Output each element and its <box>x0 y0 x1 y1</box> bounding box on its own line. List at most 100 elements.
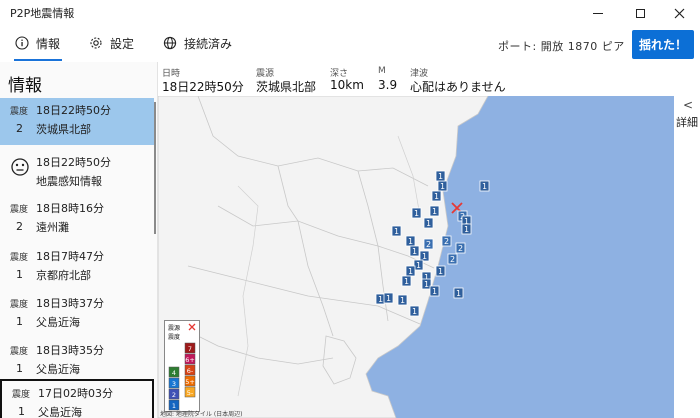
intensity-label: 震度 <box>12 390 31 400</box>
station-intensity-1: 1 <box>409 305 420 317</box>
tsunami-value: 心配はありません <box>410 80 506 94</box>
minimize-icon <box>593 12 603 14</box>
window-title: P2P地震情報 <box>10 7 75 20</box>
detect-time: 18日22時50分 <box>36 156 111 169</box>
intensity-value: 2 <box>16 220 23 233</box>
intensity-label: 震度 <box>10 347 29 357</box>
station-intensity-1: 1 <box>429 205 440 217</box>
depth-header: 深さ <box>330 69 349 79</box>
detail-epicenter: 震源 茨城県北部 <box>256 66 316 95</box>
svg-text:6+: 6+ <box>185 356 195 364</box>
station-intensity-1: 1 <box>419 250 430 262</box>
svg-text:5-: 5- <box>187 389 194 397</box>
svg-text:1: 1 <box>438 172 443 181</box>
list-item[interactable]: 震度 1 17日02時03分 父島近海 <box>0 379 154 418</box>
svg-text:1: 1 <box>432 287 437 296</box>
quake-place: 父島近海 <box>36 363 80 376</box>
station-intensity-2: 2 <box>423 238 434 250</box>
toolbar: 情報 設定 接続済み ポート: 開放 1870 ピア <box>0 26 700 62</box>
svg-text:1: 1 <box>386 294 391 303</box>
station-intensity-1: 1 <box>435 170 446 182</box>
depth-value: 10km <box>330 78 364 92</box>
svg-text:3: 3 <box>172 380 176 388</box>
minimize-button[interactable] <box>575 0 621 26</box>
quake-place: 茨城県北部 <box>36 123 91 136</box>
svg-text:6-: 6- <box>187 367 194 375</box>
list-item[interactable]: 18日22時50分 地震感知情報 <box>0 150 154 197</box>
station-intensity-1: 1 <box>479 180 490 192</box>
list-item[interactable]: 震度 2 18日8時16分 遠州灘 <box>0 196 154 243</box>
station-intensity-1: 1 <box>435 265 446 277</box>
intensity-value: 1 <box>18 405 25 418</box>
intensity-value: 1 <box>16 362 23 375</box>
svg-text:1: 1 <box>400 296 405 305</box>
quake-place: 遠州灘 <box>36 221 69 234</box>
quake-time: 17日02時03分 <box>38 387 113 400</box>
svg-text:1: 1 <box>426 219 431 228</box>
station-intensity-1: 1 <box>391 225 402 237</box>
legend-epicenter-label: 震源 <box>168 324 180 332</box>
chevron-left-icon: < <box>683 98 694 112</box>
quake-time: 18日8時16分 <box>36 202 104 215</box>
list-item[interactable]: 震度 1 18日7時47分 京都府北部 <box>0 244 154 291</box>
quake-place: 京都府北部 <box>36 269 91 282</box>
title-bar: P2P地震情報 <box>0 0 700 26</box>
svg-text:1: 1 <box>456 289 461 298</box>
legend-swatch-6+: 6+ <box>184 353 196 365</box>
detail-datetime: 日時 18日22時50分 <box>162 66 244 95</box>
port-status: ポート: 開放 1870 ピア <box>498 40 625 53</box>
detail-depth: 深さ 10km <box>330 66 364 92</box>
legend-swatch-3: 3 <box>168 377 180 389</box>
svg-text:7: 7 <box>188 345 192 353</box>
globe-icon <box>162 35 178 51</box>
intensity-map[interactable]: 111111112112222111111111111111 震源 震度 7 6+… <box>158 96 674 418</box>
magnitude-header: M <box>378 66 386 76</box>
station-intensity-1: 1 <box>397 294 408 306</box>
face-icon <box>11 158 29 176</box>
svg-text:2: 2 <box>426 240 431 249</box>
list-item[interactable]: 震度 1 18日3時35分 父島近海 <box>0 338 154 385</box>
list-item[interactable]: 震度 2 18日22時50分 茨城県北部 <box>0 98 154 145</box>
svg-text:2: 2 <box>444 237 449 246</box>
svg-text:1: 1 <box>434 192 439 201</box>
tab-info[interactable]: 情報 <box>14 32 60 54</box>
tab-info-label: 情報 <box>36 36 61 51</box>
list-item[interactable]: 震度 1 18日3時37分 父島近海 <box>0 291 154 338</box>
detail-tsunami: 津波 心配はありません <box>410 66 506 95</box>
station-intensity-2: 2 <box>441 235 452 247</box>
svg-text:1: 1 <box>408 267 413 276</box>
shake-report-button[interactable]: 揺れた！ <box>632 30 694 59</box>
sidebar: 情報 震度 2 18日22時50分 茨城県北部 18日22時50分 地震感知情報… <box>0 62 158 418</box>
intensity-label: 震度 <box>10 205 29 215</box>
svg-text:1: 1 <box>416 261 421 270</box>
close-button[interactable] <box>656 0 700 26</box>
station-intensity-1: 1 <box>423 217 434 229</box>
svg-text:1: 1 <box>378 295 383 304</box>
epicenter-header: 震源 <box>256 69 275 79</box>
svg-text:1: 1 <box>438 267 443 276</box>
tab-connection-label: 接続済み <box>184 36 233 51</box>
info-icon <box>14 35 30 51</box>
svg-text:1: 1 <box>440 182 445 191</box>
map-attribution: 地図: 地理院タイル (日本周辺) <box>160 411 243 418</box>
svg-text:1: 1 <box>408 237 413 246</box>
quake-time: 18日22時50分 <box>36 104 111 117</box>
quake-detail-header: 日時 18日22時50分 震源 茨城県北部 深さ 10km M 3.9 津波 心… <box>158 62 674 96</box>
maximize-icon <box>635 8 645 18</box>
svg-text:5+: 5+ <box>185 378 195 386</box>
station-intensity-1: 1 <box>411 207 422 219</box>
station-intensity-1: 1 <box>429 285 440 297</box>
detail-panel-label: 詳細 <box>676 116 698 129</box>
station-intensity-1: 1 <box>461 223 472 235</box>
intensity-value: 1 <box>16 315 23 328</box>
tab-settings[interactable]: 設定 <box>88 32 134 54</box>
detail-panel-toggle[interactable]: < 詳細 <box>674 62 700 418</box>
sidebar-scrollbar[interactable] <box>154 102 156 234</box>
svg-text:2: 2 <box>172 391 176 399</box>
tab-connection[interactable]: 接続済み <box>162 32 232 54</box>
svg-text:1: 1 <box>412 247 417 256</box>
legend-swatch-7: 7 <box>184 342 196 354</box>
intensity-label: 震度 <box>10 253 29 263</box>
intensity-value: 2 <box>16 122 23 135</box>
legend-swatch-5+: 5+ <box>184 375 196 387</box>
